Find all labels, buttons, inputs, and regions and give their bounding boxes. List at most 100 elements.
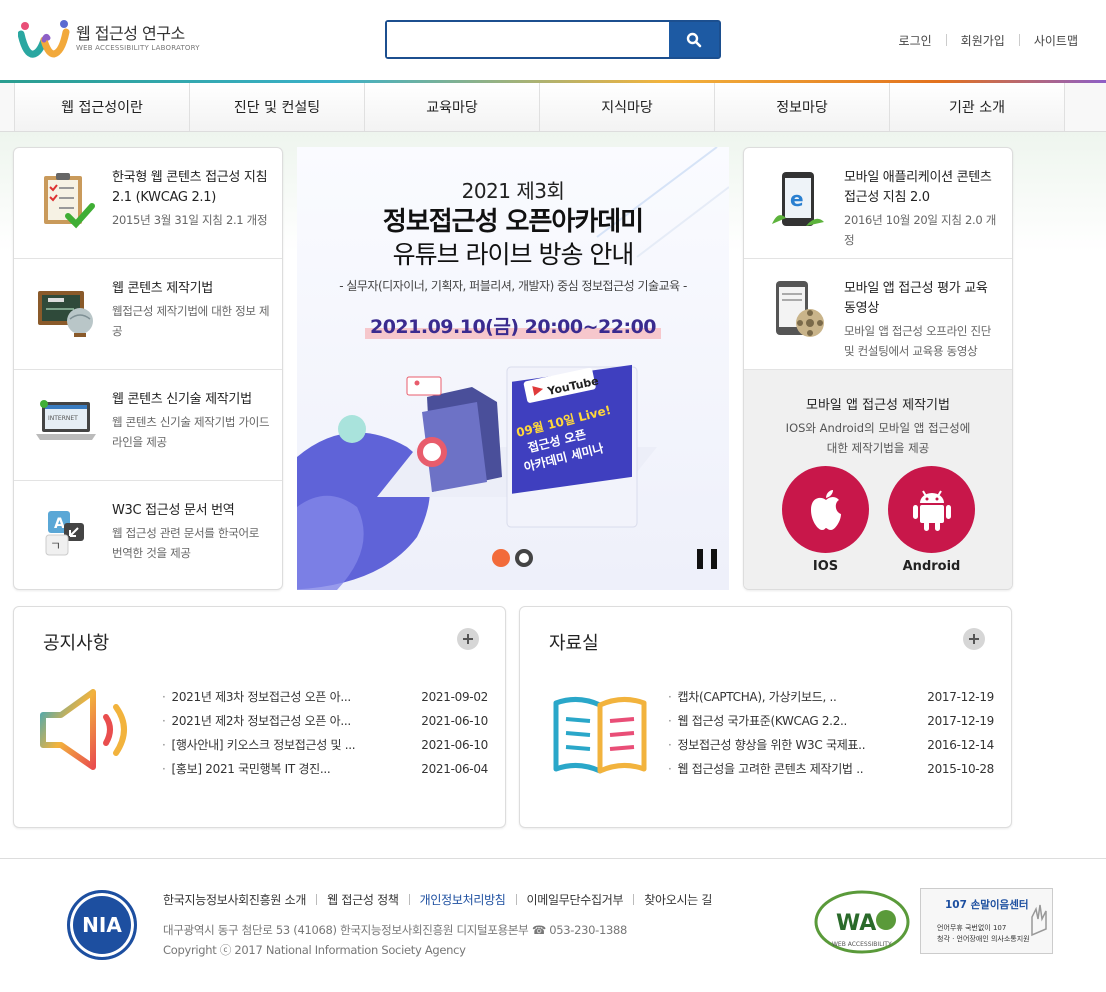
wa-subtext: WEB ACCESSIBILITY [832,941,892,948]
svg-text:e: e [790,187,804,211]
sign-language-center-banner[interactable]: 107 손말이음센터 언어무휴 국번없이 107 청각 · 언어장애인 의사소통… [920,888,1053,954]
list-item-w3c[interactable]: A ㄱ W3C 접근성 문서 번역 웹 접근성 관련 문서를 한국어로 번역한 … [14,481,282,592]
nav-item-consulting[interactable]: 진단 및 컨설팅 [190,83,365,131]
footer-link-about[interactable]: 한국지능정보사회진흥원 소개 [163,891,306,908]
site-logo[interactable]: 웹 접근성 연구소 WEB ACCESSIBILITY LABORATORY [18,18,200,58]
archive-item[interactable]: 웹 접근성 국가표준(KWCAG 2.2..2017-12-19 [668,709,995,733]
banner-year: 2021 제3회 [461,179,565,203]
main-nav: 웹 접근성이란 진단 및 컨설팅 교육마당 지식마당 정보마당 기관 소개 [0,83,1106,132]
list-item-desc: 웹 콘텐츠 신기술 제작기법 가이드라인을 제공 [112,415,270,449]
wa-certification-badge: WA WEB ACCESSIBILITY [814,890,910,954]
login-link[interactable]: 로그인 [899,32,932,49]
utility-links: 로그인 회원가입 사이트맵 [899,32,1078,49]
list-item-title: 모바일 애플리케이션 콘텐츠 접근성 지침 2.0 [844,170,992,205]
notice-item[interactable]: 2021년 제2차 정보접근성 오픈 아...2021-06-10 [162,709,489,733]
app-panel-desc: IOS와 Android의 모바일 앱 접근성에 대한 제작기법을 제공 [785,421,971,455]
open-book-icon [553,697,647,774]
pause-icon [697,549,703,569]
pause-button[interactable] [697,549,717,569]
sitemap-link[interactable]: 사이트맵 [1034,32,1078,49]
nav-item-accessibility[interactable]: 웹 접근성이란 [15,83,190,131]
svg-text:ㄱ: ㄱ [50,539,61,553]
list-item-desc: 2015년 3월 31일 지침 2.1 개정 [112,213,268,227]
banner-title: 정보접근성 오픈아카데미 [382,207,644,237]
app-panel-title: 모바일 앱 접근성 제작기법 [806,398,950,413]
smartphone-ie-icon: e [772,172,824,226]
nav-item-knowledge[interactable]: 지식마당 [540,83,715,131]
speaker-icon [40,689,127,770]
list-item-mobile-guideline[interactable]: e 모바일 애플리케이션 콘텐츠 접근성 지침 2.0 2016년 10월 20… [744,148,1012,259]
banner-datetime: 2021.09.10(금) 20:00~22:00 [365,312,661,339]
list-item-title: 웹 콘텐츠 제작기법 [112,281,213,296]
slide-dot-2[interactable] [515,549,533,567]
svg-text:A: A [54,516,65,532]
mobile-app-techniques-panel: 모바일 앱 접근성 제작기법 IOS와 Android의 모바일 앱 접근성에 … [744,370,1012,589]
android-icon [912,489,951,531]
slide-dot-1[interactable] [492,549,510,567]
search-button[interactable] [669,22,719,57]
c107-subtitle: 언어무휴 국번없이 107 [937,924,1007,932]
nav-item-information[interactable]: 정보마당 [715,83,890,131]
hand-sign-icon [1031,904,1047,937]
list-item-techniques[interactable]: 웹 콘텐츠 제작기법 웹접근성 제작기법에 대한 정보 제공 [14,259,282,370]
notice-item[interactable]: [홍보] 2021 국민행복 IT 경진...2021-06-04 [162,757,489,781]
notice-list: 2021년 제3차 정보접근성 오픈 아...2021-09-02 2021년 … [162,685,489,781]
footer-copyright: Copyright ⓒ 2017 National Information So… [163,943,466,957]
c107-subtitle-2: 청각 · 언어장애인 의사소통지원 [937,935,1030,943]
ios-label: IOS [812,559,839,574]
nav-item-about[interactable]: 기관 소개 [890,83,1065,131]
footer-link-directions[interactable]: 찾아오시는 길 [644,891,712,908]
archive-item[interactable]: 웹 접근성을 고려한 콘텐츠 제작기법 ..2015-10-28 [668,757,995,781]
nia-logo-text: NIA [82,913,122,937]
footer-links: 한국지능정보사회진흥원 소개 웹 접근성 정책 개인정보처리방침 이메일무단수집… [163,891,712,908]
notice-box: 공지사항 2021년 제3차 정보접근성 오픈 아...2021-09-02 2… [13,606,506,828]
search-bar [385,20,721,59]
nia-logo: NIA [67,890,137,960]
archive-list: 캡차(CAPTCHA), 가상키보드, ..2017-12-19 웹 접근성 국… [668,685,995,781]
wa-text: WA [836,911,876,936]
list-item-new-tech[interactable]: INTERNET 웹 콘텐츠 신기술 제작기법 웹 콘텐츠 신기술 제작기법 가… [14,370,282,481]
logo-subtitle: WEB ACCESSIBILITY LABORATORY [76,44,200,52]
mobile-card: e 모바일 애플리케이션 콘텐츠 접근성 지침 2.0 2016년 10월 20… [743,147,1013,590]
banner-subtitle: - 실무자(디자이너, 기획자, 퍼블리셔, 개발자) 중심 정보접근성 기술교… [339,279,687,293]
search-input[interactable] [387,22,669,57]
ios-button[interactable] [782,466,869,553]
footer-link-privacy[interactable]: 개인정보처리방침 [420,891,506,908]
c107-title: 107 손말이음센터 [945,899,1029,911]
site-header: 웹 접근성 연구소 WEB ACCESSIBILITY LABORATORY 로… [0,0,1106,82]
list-item-kwcag[interactable]: 한국형 웹 콘텐츠 접근성 지침 2.1 (KWCAG 2.1) 2015년 3… [14,148,282,259]
footer-link-policy[interactable]: 웹 접근성 정책 [327,891,399,908]
notice-more-button[interactable] [457,628,479,650]
clipboard-check-icon [44,173,95,229]
svg-text:INTERNET: INTERNET [48,415,78,422]
notice-title: 공지사항 [43,633,110,654]
archive-title: 자료실 [549,633,599,654]
archive-item[interactable]: 정보접근성 향상을 위한 W3C 국제표..2016-12-14 [668,733,995,757]
archive-item[interactable]: 캡차(CAPTCHA), 가상키보드, ..2017-12-19 [668,685,995,709]
list-item-mobile-video[interactable]: 모바일 앱 접근성 평가 교육 동영상 모바일 앱 접근성 오프라인 진단 및 … [744,259,1012,370]
list-item-title: W3C 접근성 문서 번역 [112,503,235,518]
footer-link-email-refusal[interactable]: 이메일무단수집거부 [527,891,624,908]
list-item-title: 한국형 웹 콘텐츠 접근성 지침 2.1 (KWCAG 2.1) [112,170,268,205]
list-item-desc: 웹 접근성 관련 문서를 한국어로 번역한 것을 제공 [112,526,260,560]
search-icon [686,32,702,47]
archive-box: 자료실 캡차(CAPTCHA), 가상키보드, ..2017-12-19 웹 접… [519,606,1012,828]
guidelines-card: 한국형 웹 콘텐츠 접근성 지침 2.1 (KWCAG 2.1) 2015년 3… [13,147,283,590]
notice-item[interactable]: [행사안내] 키오스크 정보접근성 및 ...2021-06-10 [162,733,489,757]
signup-link[interactable]: 회원가입 [961,32,1005,49]
android-label: Android [902,559,961,574]
list-item-title: 모바일 앱 접근성 평가 교육 동영상 [844,281,988,316]
banner-title-2: 유튜브 라이브 방송 안내 [392,240,635,269]
main-banner[interactable]: 09월 10일 Live! 접근성 오픈 아카데미 세미나 YouTube 20… [297,147,729,590]
list-item-desc: 웹접근성 제작기법에 대한 정보 제공 [112,304,270,338]
nav-item-education[interactable]: 교육마당 [365,83,540,131]
logo-title: 웹 접근성 연구소 [76,24,185,43]
archive-more-button[interactable] [963,628,985,650]
apple-icon [810,489,841,530]
notice-item[interactable]: 2021년 제3차 정보접근성 오픈 아...2021-09-02 [162,685,489,709]
list-item-desc: 2016년 10월 20일 지침 2.0 개정 [844,213,996,247]
list-item-title: 웹 콘텐츠 신기술 제작기법 [112,392,252,407]
laptop-icon: INTERNET [36,400,96,440]
list-item-desc: 모바일 앱 접근성 오프라인 진단 및 컨설팅에서 교육용 동영상 [844,324,992,358]
android-button[interactable] [888,466,975,553]
